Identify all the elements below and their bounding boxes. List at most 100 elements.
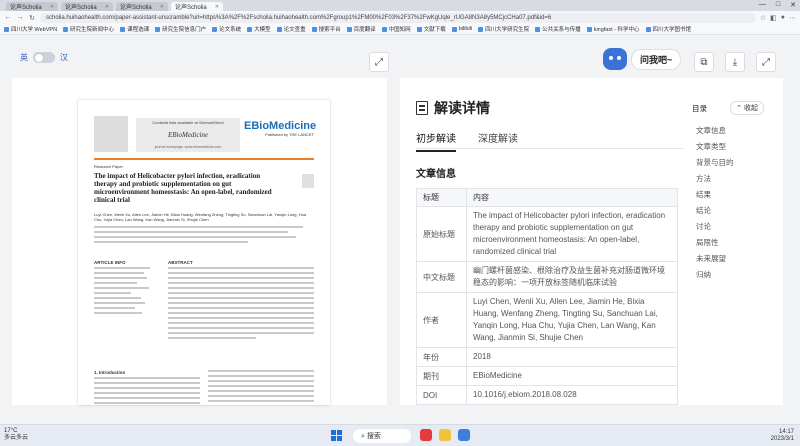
table-row: DOI 10.1016/j.ebiom.2018.08.028 <box>416 385 678 405</box>
bookmark-item[interactable]: 公共关系与传播 <box>535 25 581 33</box>
collapse-label: 收起 <box>744 105 758 112</box>
toc-title: 目录 <box>692 103 707 113</box>
bookmark-label: 百度翻译 <box>353 27 376 33</box>
paper-authors: Luyi Chen, Wenli Xu, Allen Lee, Jiamin H… <box>94 212 307 222</box>
table-row: 作者 Luyi Chen, Wenli Xu, Allen Lee, Jiami… <box>416 292 678 348</box>
bookmark-label: 论文查重 <box>283 27 306 33</box>
bookmark-label: 四川大学研究生院 <box>485 27 530 33</box>
bookmark-item[interactable]: kingfast - 科学中心 <box>586 25 640 33</box>
close-icon[interactable]: ✕ <box>50 4 54 10</box>
paper-header: Contents lists available at ScienceDirec… <box>94 110 316 160</box>
reload-icon[interactable]: ↻ <box>28 14 36 22</box>
document-icon <box>416 101 428 115</box>
taskbar-search[interactable]: ⌕ 搜索 <box>353 429 411 443</box>
bookmark-item[interactable]: 论文系统 <box>212 25 241 33</box>
star-icon[interactable]: ☆ <box>760 14 766 22</box>
bookmark-item[interactable]: 文献下载 <box>416 25 446 33</box>
bookmark-item[interactable]: 中国知网 <box>381 25 411 33</box>
profile-icon[interactable]: ● <box>781 14 785 22</box>
toc-item[interactable]: 归纳 <box>688 267 768 283</box>
bookmark-label: 搜索平台 <box>318 27 341 33</box>
weather-widget[interactable]: 17°C 多云多云 <box>4 428 28 442</box>
copy-button[interactable]: ⧉ <box>694 52 714 72</box>
url-input[interactable]: scholia.huihaohealth.com/paper-assistant… <box>40 12 756 23</box>
toc-item[interactable]: 未来展望 <box>688 251 768 267</box>
folder-icon[interactable] <box>439 429 451 441</box>
table-of-contents: 目录 ⌃ 收起 文章信息 文章类型 背景与目的 方法 结果 结论 讨论 局限性 … <box>688 97 768 283</box>
row-key: 原始标题 <box>416 206 467 262</box>
bookmark-label: 研究生院新闻中心 <box>70 27 115 33</box>
menu-icon[interactable]: ⋯ <box>789 14 796 22</box>
browser-tab[interactable]: 论声Scholia ✕ <box>116 2 168 11</box>
download-button[interactable]: ⤓ <box>725 52 745 72</box>
windows-start-icon[interactable] <box>331 430 342 441</box>
clock-time: 14:17 <box>778 429 794 435</box>
tab-label: 论声Scholia <box>175 5 207 11</box>
bookmark-item[interactable]: 百度翻译 <box>346 25 376 33</box>
fullscreen-button[interactable]: ⤢ <box>756 52 776 72</box>
toc-item[interactable]: 结论 <box>688 203 768 219</box>
toc-item[interactable]: 结果 <box>688 187 768 203</box>
maximize-icon[interactable]: □ <box>776 1 780 9</box>
document-viewer[interactable]: Contents lists available at ScienceDirec… <box>12 78 387 405</box>
close-icon[interactable]: ✕ <box>215 4 219 10</box>
body-column <box>208 370 314 405</box>
minimize-icon[interactable]: — <box>759 1 766 9</box>
toc-item[interactable]: 文章信息 <box>688 123 768 139</box>
expand-doc-button[interactable]: ⤢ <box>369 52 389 72</box>
paper-authors-block: Luyi Chen, Wenli Xu, Allen Lee, Jiamin H… <box>94 212 314 222</box>
close-window-icon[interactable]: ✕ <box>790 1 796 9</box>
browser-tab-active[interactable]: 论声Scholia ✕ <box>171 2 223 11</box>
toc-item[interactable]: 文章类型 <box>688 139 768 155</box>
favicon-icon <box>381 26 387 32</box>
bookmark-item[interactable]: 论文查重 <box>276 25 306 33</box>
browser-icon[interactable] <box>458 429 470 441</box>
bookmark-label: 课程选课 <box>127 27 150 33</box>
clock-date: 2023/3/1 <box>770 436 794 442</box>
bookmark-item[interactable]: 研究生院新闻中心 <box>63 25 114 33</box>
forward-icon[interactable]: → <box>16 14 24 21</box>
assistant-widget[interactable]: 问我吧~ <box>603 48 682 70</box>
table-header-row: 标题 内容 <box>416 188 678 207</box>
favicon-icon <box>346 26 352 32</box>
bookmark-item[interactable]: 四川大学研究生院 <box>478 25 529 33</box>
back-icon[interactable]: ← <box>4 14 12 21</box>
expand-icon: ⤢ <box>762 56 770 68</box>
bookmark-item[interactable]: 四川大学图书馆 <box>645 25 691 33</box>
toc-item[interactable]: 局限性 <box>688 235 768 251</box>
bookmark-item[interactable]: 大模型 <box>247 25 271 33</box>
robot-icon[interactable] <box>603 48 627 70</box>
row-value: The impact of Helicobacter pylori infect… <box>466 206 678 262</box>
search-label: 搜索 <box>366 433 381 440</box>
brand-sub: Published by THE LANCET <box>265 132 314 137</box>
toc-item[interactable]: 方法 <box>688 171 768 187</box>
browser-tab[interactable]: 论声Scholia ✕ <box>61 2 113 11</box>
window-controls: — □ ✕ <box>759 1 796 9</box>
bookmark-item[interactable]: 研究生院信息门户 <box>155 25 206 33</box>
journal-name: EBioMedicine <box>167 131 209 139</box>
collapse-button[interactable]: ⌃ 收起 <box>730 101 764 115</box>
bookmark-item[interactable]: 课程选课 <box>120 25 149 33</box>
toc-item[interactable]: 讨论 <box>688 219 768 235</box>
app-icon[interactable] <box>420 429 432 441</box>
row-value: 幽门螺杆菌感染、根除治疗及益生菌补充对肠道微环境稳态的影响：一项开放标签随机临床… <box>466 261 678 293</box>
close-icon[interactable]: ✕ <box>160 4 164 10</box>
browser-tab[interactable]: 论声Scholia ✕ <box>6 2 58 11</box>
favicon-icon <box>311 26 317 32</box>
extension-icon[interactable]: ◧ <box>770 14 777 22</box>
language-switch[interactable] <box>33 52 55 63</box>
bookmark-item[interactable]: bilibili <box>451 26 472 32</box>
taskbar-apps <box>420 429 470 441</box>
system-tray[interactable]: 14:17 2023/3/1 <box>771 429 794 443</box>
assistant-bubble[interactable]: 问我吧~ <box>631 48 682 70</box>
favicon-icon <box>416 26 422 32</box>
bookmark-item[interactable]: 搜索平台 <box>311 25 341 33</box>
intro-column: 1. Introduction <box>94 370 200 405</box>
bookmark-label: 中国知网 <box>388 27 411 33</box>
toc-item[interactable]: 背景与目的 <box>688 155 768 171</box>
bookmark-item[interactable]: 四川大学 WebVPN <box>4 25 57 33</box>
language-toggle[interactable]: 英 汉 <box>20 52 68 63</box>
tab-label: 论声Scholia <box>65 5 97 11</box>
article-type: Research Paper <box>94 164 123 169</box>
close-icon[interactable]: ✕ <box>105 4 109 10</box>
